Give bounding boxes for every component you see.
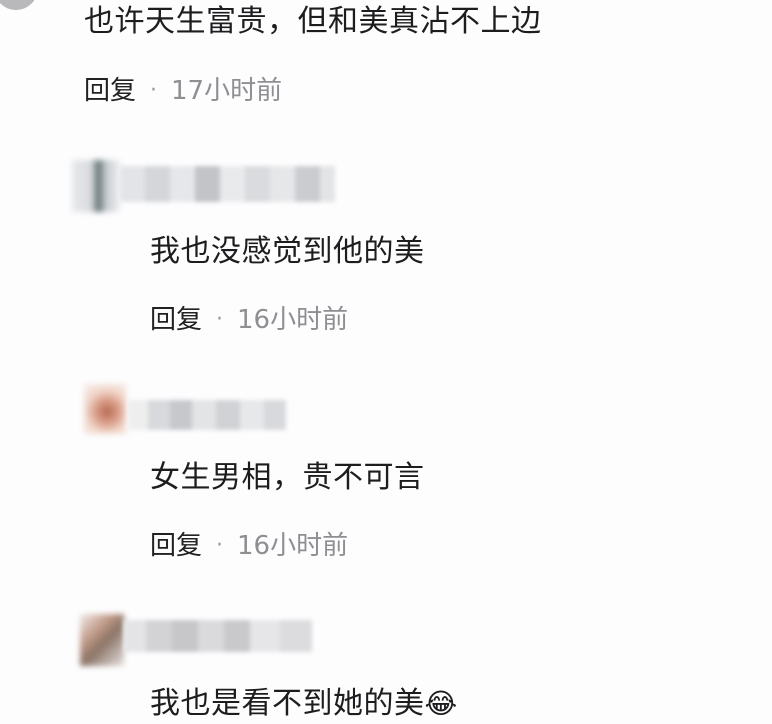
separator-dot: · (216, 533, 224, 558)
comment-text: 我也是看不到她的美😂 (150, 684, 458, 724)
comment-meta: 回复 · 16小时前 (150, 303, 348, 337)
separator-dot: · (216, 307, 224, 332)
username[interactable] (128, 400, 286, 430)
timestamp: 16小时前 (237, 531, 349, 561)
laughing-tears-emoji-icon: 😂 (424, 687, 458, 720)
comment-meta: 回复 · 17小时前 (84, 74, 282, 108)
username[interactable] (124, 620, 312, 652)
reply-button[interactable]: 回复 (84, 74, 136, 108)
comment-text: 我也没感觉到他的美 (150, 234, 425, 269)
reply-button[interactable]: 回复 (150, 303, 202, 337)
avatar[interactable] (80, 614, 124, 666)
reply-button[interactable]: 回复 (150, 529, 202, 563)
comment-text-content: 我也是看不到她的美 (150, 686, 425, 721)
timestamp: 16小时前 (237, 305, 349, 335)
comment-text: 也许天生富贵，但和美真沾不上边 (84, 4, 542, 39)
avatar[interactable] (72, 160, 120, 212)
timestamp: 17小时前 (171, 76, 283, 106)
separator-dot: · (150, 78, 158, 103)
avatar[interactable] (0, 0, 38, 10)
comment-meta: 回复 · 16小时前 (150, 529, 348, 563)
avatar[interactable] (84, 384, 126, 434)
comment-text: 女生男相，贵不可言 (150, 460, 425, 495)
username[interactable] (120, 166, 335, 202)
